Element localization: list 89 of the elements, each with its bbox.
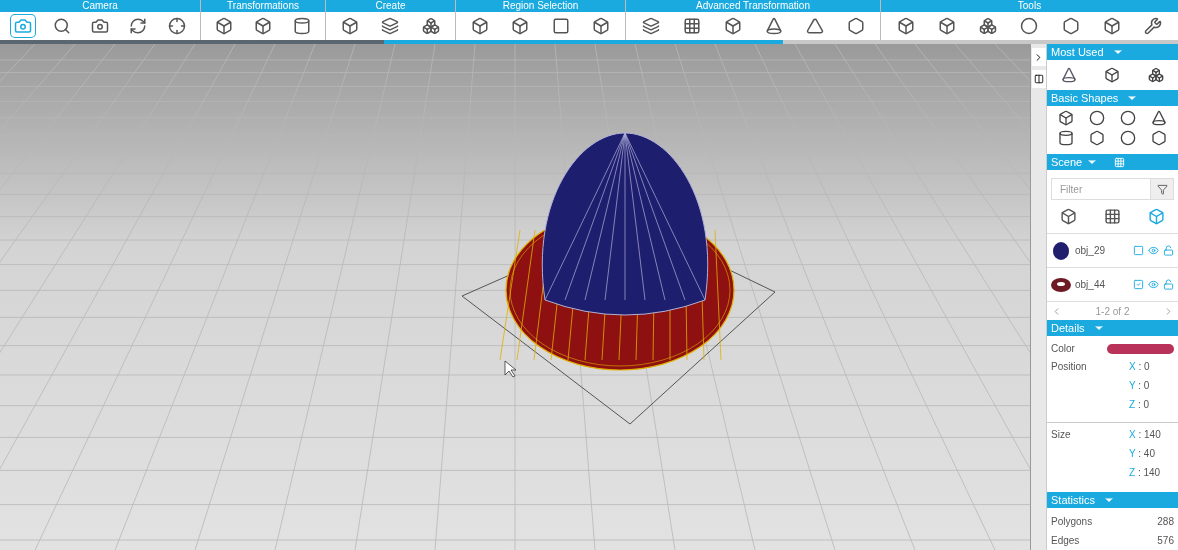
- cubes-icon: [979, 17, 998, 35]
- axis-value: Y : 0: [1129, 379, 1150, 393]
- shape-button[interactable]: [1150, 110, 1167, 126]
- section-title: Scene: [1051, 154, 1083, 170]
- cube-icon: [511, 17, 530, 35]
- cube-icon: [723, 17, 742, 35]
- shape-button[interactable]: [1150, 130, 1167, 146]
- shape-button[interactable]: [1058, 130, 1075, 146]
- object-name: obj_44: [1075, 278, 1107, 292]
- cube-icon: [591, 17, 610, 35]
- shape-button[interactable]: [1119, 110, 1136, 126]
- cursor-icon: [504, 360, 517, 378]
- cube-icon: [471, 17, 490, 35]
- cube-icon: [937, 17, 956, 35]
- field-label: Color: [1051, 342, 1076, 356]
- viewport-grid-drawing[interactable]: [0, 44, 1030, 550]
- group-title: Advanced Transformation: [626, 0, 880, 12]
- group-title: Region Selection: [456, 0, 625, 12]
- page-range: 1-2 of 2: [1095, 304, 1130, 319]
- camera-icon: [90, 17, 109, 35]
- stat-label: Edges: [1051, 534, 1080, 548]
- crosshair-icon: [167, 17, 186, 35]
- cylinder-icon: [292, 17, 311, 35]
- axis-value: Y : 40: [1129, 447, 1156, 461]
- cube-icon: [1058, 110, 1075, 126]
- stat-value: 288: [1157, 515, 1174, 529]
- tool-icon: [1144, 17, 1163, 35]
- cube-icon: [254, 17, 272, 35]
- scene-object-row[interactable]: obj_29: [1047, 234, 1178, 268]
- group-title: Create: [326, 0, 455, 12]
- sphere-icon: [1119, 130, 1136, 146]
- section-title: Statistics: [1051, 492, 1095, 508]
- object-name: obj_29: [1075, 244, 1107, 258]
- shape-button[interactable]: [1119, 130, 1136, 146]
- sphere-icon: [1119, 110, 1136, 126]
- polyhedron-icon: [1150, 130, 1167, 146]
- layers-icon: [641, 17, 660, 35]
- group-title: Transformations: [201, 0, 325, 12]
- polyhedron-icon: [1089, 130, 1106, 146]
- checkbox-icon[interactable]: [1133, 245, 1144, 256]
- stat-label: Polygons: [1051, 515, 1093, 529]
- color-swatch[interactable]: [1107, 343, 1174, 354]
- block-icon: [551, 17, 570, 35]
- grid-icon: [1114, 156, 1126, 168]
- stat-value: 576: [1157, 534, 1174, 548]
- cone-icon: [1060, 67, 1077, 83]
- view-mode-button[interactable]: [1060, 208, 1078, 225]
- polyhedron-icon: [1061, 17, 1080, 35]
- cone-icon: [764, 17, 783, 35]
- shape-button[interactable]: [1089, 130, 1106, 146]
- cylinder-icon: [1058, 130, 1075, 146]
- camera-icon: [14, 17, 33, 35]
- group-title: Tools: [881, 0, 1178, 12]
- cube-icon: [215, 17, 234, 35]
- section-title: Details: [1051, 320, 1085, 336]
- search-icon: [52, 17, 71, 35]
- grid-cube-icon: [682, 17, 701, 35]
- cubes-icon: [1148, 67, 1165, 83]
- filter-button[interactable]: [1151, 178, 1174, 200]
- cube-icon: [896, 17, 915, 35]
- axis-value: X : 0: [1129, 360, 1150, 374]
- cone-icon: [1150, 110, 1167, 126]
- panel-icon: [1033, 74, 1044, 84]
- refresh-icon: [129, 17, 148, 35]
- shape-button[interactable]: [1148, 67, 1165, 83]
- shape-button[interactable]: [1104, 67, 1121, 83]
- group-title: Camera: [0, 0, 200, 12]
- wireframe-cube-icon: [1104, 208, 1121, 225]
- shape-button[interactable]: [1058, 110, 1075, 126]
- sphere-icon: [1020, 17, 1039, 35]
- cube-icon: [1103, 17, 1122, 35]
- cube-icon: [1104, 67, 1121, 83]
- layers-icon: [381, 17, 400, 35]
- filter-field[interactable]: Filter: [1051, 178, 1151, 200]
- solid-cube-icon: [1147, 208, 1165, 225]
- checkbox-icon[interactable]: [1133, 279, 1144, 290]
- solid-cube-icon: [1060, 208, 1078, 225]
- shape-button[interactable]: [1060, 67, 1077, 83]
- field-label: Position: [1051, 360, 1088, 374]
- field-label: Size: [1051, 428, 1072, 442]
- scene-object-row[interactable]: obj_44: [1047, 268, 1178, 302]
- cube-icon: [341, 17, 360, 35]
- axis-value: X : 140: [1129, 428, 1161, 442]
- axis-value: Z : 0: [1129, 398, 1150, 412]
- filter-icon: [1156, 183, 1168, 195]
- view-mode-button[interactable]: [1104, 208, 1121, 225]
- panel-toggle-button[interactable]: [1031, 70, 1046, 88]
- cubes-icon: [421, 17, 440, 35]
- axis-value: Z : 140: [1129, 466, 1161, 480]
